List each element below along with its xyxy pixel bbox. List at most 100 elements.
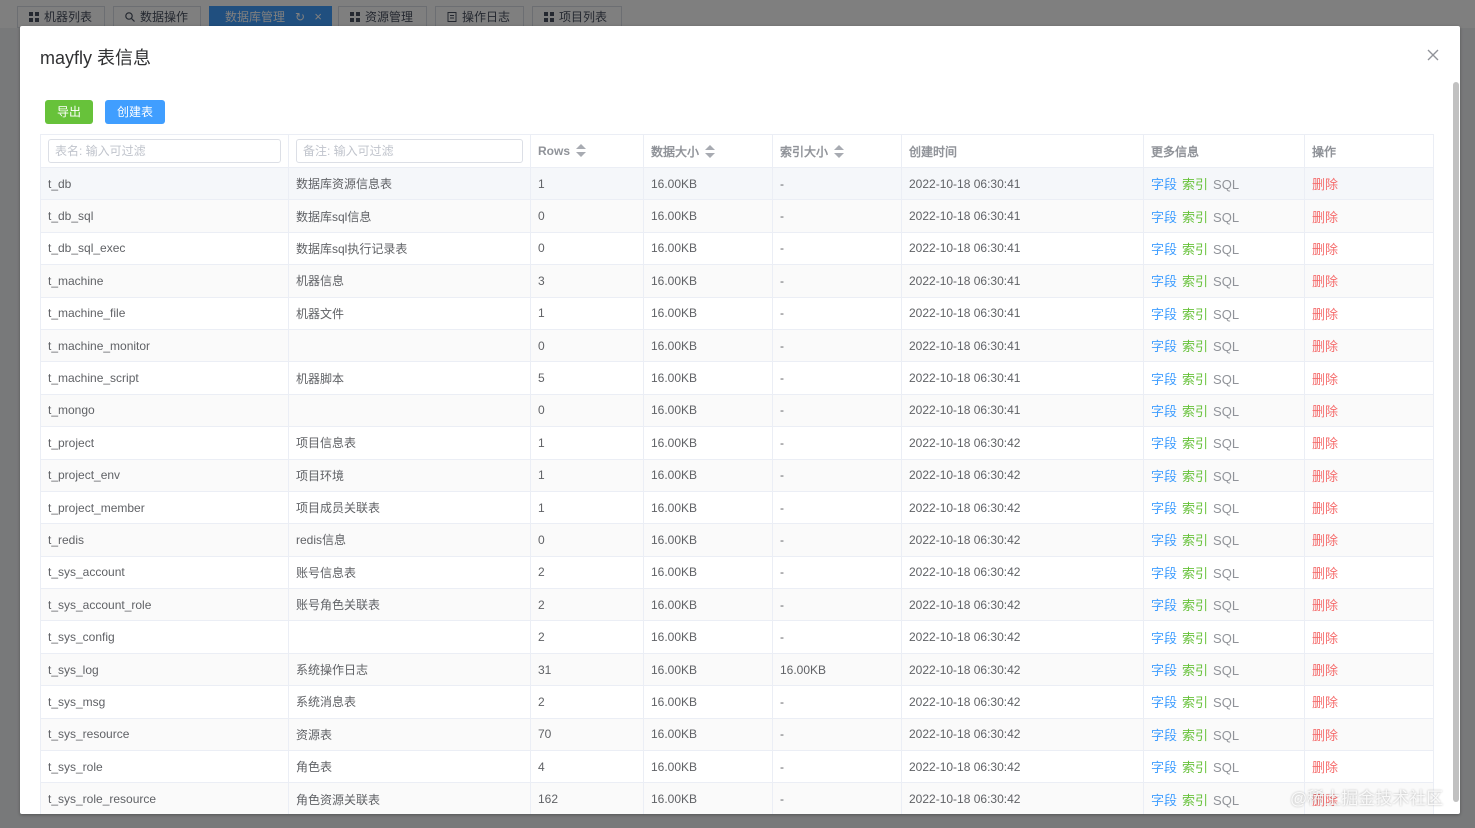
field-link[interactable]: 字段 xyxy=(1151,533,1177,548)
sql-link[interactable]: SQL xyxy=(1213,501,1239,516)
export-button[interactable]: 导出 xyxy=(45,100,93,124)
field-link[interactable]: 字段 xyxy=(1151,339,1177,354)
delete-link[interactable]: 删除 xyxy=(1312,177,1338,192)
comment-filter-input[interactable] xyxy=(296,139,523,163)
table-row[interactable]: t_mongo 0 16.00KB -2022-10-18 06:30:41 字段 索引 S… xyxy=(40,393,1434,428)
sql-link[interactable]: SQL xyxy=(1213,274,1239,289)
delete-link[interactable]: 删除 xyxy=(1312,436,1338,451)
field-link[interactable]: 字段 xyxy=(1151,274,1177,289)
sql-link[interactable]: SQL xyxy=(1213,469,1239,484)
create-table-button[interactable]: 创建表 xyxy=(105,100,165,124)
sql-link[interactable]: SQL xyxy=(1213,566,1239,581)
delete-link[interactable]: 删除 xyxy=(1312,372,1338,387)
table-name-filter-input[interactable] xyxy=(48,139,281,163)
table-row[interactable]: t_sys_config 2 16.00KB -2022-10-18 06:30:42… xyxy=(40,620,1434,654)
index-link[interactable]: 索引 xyxy=(1182,631,1208,646)
index-link[interactable]: 索引 xyxy=(1182,501,1208,516)
delete-link[interactable]: 删除 xyxy=(1312,210,1338,225)
field-link[interactable]: 字段 xyxy=(1151,242,1177,257)
sql-link[interactable]: SQL xyxy=(1213,177,1239,192)
field-link[interactable]: 字段 xyxy=(1151,372,1177,387)
index-link[interactable]: 索引 xyxy=(1182,177,1208,192)
index-link[interactable]: 索引 xyxy=(1182,663,1208,678)
table-row[interactable]: t_machine_file 机器文件 1 16.00KB -2022-10-18 06… xyxy=(40,296,1434,330)
field-link[interactable]: 字段 xyxy=(1151,307,1177,322)
sort-icon[interactable] xyxy=(834,145,845,159)
delete-link[interactable]: 删除 xyxy=(1312,760,1338,775)
index-link[interactable]: 索引 xyxy=(1182,760,1208,775)
table-row[interactable]: t_db_sql_exec 数据库sql执行记录表 0 16.00KB -2022-10… xyxy=(40,231,1434,266)
index-link[interactable]: 索引 xyxy=(1182,274,1208,289)
table-row[interactable]: t_sys_role 角色表 4 16.00KB -2022-10-18 06:30:4… xyxy=(40,750,1434,784)
table-row[interactable]: t_project_member 项目成员关联表 1 16.00KB -2022-10-… xyxy=(40,490,1434,525)
field-link[interactable]: 字段 xyxy=(1151,695,1177,710)
delete-link[interactable]: 删除 xyxy=(1312,728,1338,743)
scrollbar-thumb[interactable] xyxy=(1453,82,1459,802)
field-link[interactable]: 字段 xyxy=(1151,566,1177,581)
delete-link[interactable]: 删除 xyxy=(1312,469,1338,484)
sql-link[interactable]: SQL xyxy=(1213,404,1239,419)
close-icon[interactable] xyxy=(1426,48,1440,62)
table-row[interactable]: t_sys_account 账号信息表 2 16.00KB -2022-10-18 06… xyxy=(40,555,1434,590)
field-link[interactable]: 字段 xyxy=(1151,631,1177,646)
sql-link[interactable]: SQL xyxy=(1213,339,1239,354)
sql-link[interactable]: SQL xyxy=(1213,663,1239,678)
index-link[interactable]: 索引 xyxy=(1182,566,1208,581)
sql-link[interactable]: SQL xyxy=(1213,793,1239,808)
field-link[interactable]: 字段 xyxy=(1151,793,1177,808)
table-row[interactable]: t_redis redis信息 0 16.00KB -2022-10-18 06:30:… xyxy=(40,523,1434,557)
table-row[interactable]: t_db 数据库资源信息表 1 16.00KB -2022-10-18 06:30:41… xyxy=(40,166,1434,201)
index-size-header[interactable]: 索引大小 xyxy=(772,134,902,168)
field-link[interactable]: 字段 xyxy=(1151,210,1177,225)
index-link[interactable]: 索引 xyxy=(1182,436,1208,451)
sql-link[interactable]: SQL xyxy=(1213,728,1239,743)
field-link[interactable]: 字段 xyxy=(1151,436,1177,451)
index-link[interactable]: 索引 xyxy=(1182,533,1208,548)
index-link[interactable]: 索引 xyxy=(1182,339,1208,354)
index-link[interactable]: 索引 xyxy=(1182,728,1208,743)
sql-link[interactable]: SQL xyxy=(1213,210,1239,225)
index-link[interactable]: 索引 xyxy=(1182,242,1208,257)
sql-link[interactable]: SQL xyxy=(1213,242,1239,257)
sql-link[interactable]: SQL xyxy=(1213,760,1239,775)
sql-link[interactable]: SQL xyxy=(1213,372,1239,387)
index-link[interactable]: 索引 xyxy=(1182,307,1208,322)
table-row[interactable]: t_db_sql 数据库sql信息 0 16.00KB -2022-10-18 06:3… xyxy=(40,199,1434,233)
delete-link[interactable]: 删除 xyxy=(1312,339,1338,354)
table-row[interactable]: t_sys_resource 资源表 70 16.00KB -2022-10-18 06… xyxy=(40,717,1434,752)
dialog-scrollbar[interactable] xyxy=(1452,82,1460,814)
delete-link[interactable]: 删除 xyxy=(1312,307,1338,322)
index-link[interactable]: 索引 xyxy=(1182,793,1208,808)
field-link[interactable]: 字段 xyxy=(1151,598,1177,613)
table-row[interactable]: t_sys_account_role 账号角色关联表 2 16.00KB -2022-1… xyxy=(40,588,1434,622)
field-link[interactable]: 字段 xyxy=(1151,177,1177,192)
sql-link[interactable]: SQL xyxy=(1213,695,1239,710)
delete-link[interactable]: 删除 xyxy=(1312,242,1338,257)
field-link[interactable]: 字段 xyxy=(1151,469,1177,484)
delete-link[interactable]: 删除 xyxy=(1312,533,1338,548)
table-row[interactable]: t_sys_log 系统操作日志 31 16.00KB 16.00KB 2022-10-1… xyxy=(40,652,1434,687)
field-link[interactable]: 字段 xyxy=(1151,663,1177,678)
table-row[interactable]: t_sys_role_resource 角色资源关联表 162 16.00KB -202… xyxy=(40,782,1434,814)
field-link[interactable]: 字段 xyxy=(1151,501,1177,516)
index-link[interactable]: 索引 xyxy=(1182,372,1208,387)
delete-link[interactable]: 删除 xyxy=(1312,598,1338,613)
index-link[interactable]: 索引 xyxy=(1182,210,1208,225)
table-row[interactable]: t_project_env 项目环境 1 16.00KB -2022-10-18 06:… xyxy=(40,458,1434,492)
table-row[interactable]: t_sys_msg 系统消息表 2 16.00KB -2022-10-18 06:30:… xyxy=(40,685,1434,719)
sql-link[interactable]: SQL xyxy=(1213,598,1239,613)
index-link[interactable]: 索引 xyxy=(1182,695,1208,710)
table-row[interactable]: t_machine_monitor 0 16.00KB -2022-10-18 06:… xyxy=(40,328,1434,363)
field-link[interactable]: 字段 xyxy=(1151,728,1177,743)
delete-link[interactable]: 删除 xyxy=(1312,695,1338,710)
field-link[interactable]: 字段 xyxy=(1151,760,1177,775)
data-size-header[interactable]: 数据大小 xyxy=(643,134,773,168)
field-link[interactable]: 字段 xyxy=(1151,404,1177,419)
sql-link[interactable]: SQL xyxy=(1213,436,1239,451)
sql-link[interactable]: SQL xyxy=(1213,533,1239,548)
delete-link[interactable]: 删除 xyxy=(1312,631,1338,646)
delete-link[interactable]: 删除 xyxy=(1312,404,1338,419)
sql-link[interactable]: SQL xyxy=(1213,631,1239,646)
index-link[interactable]: 索引 xyxy=(1182,404,1208,419)
delete-link[interactable]: 删除 xyxy=(1312,501,1338,516)
